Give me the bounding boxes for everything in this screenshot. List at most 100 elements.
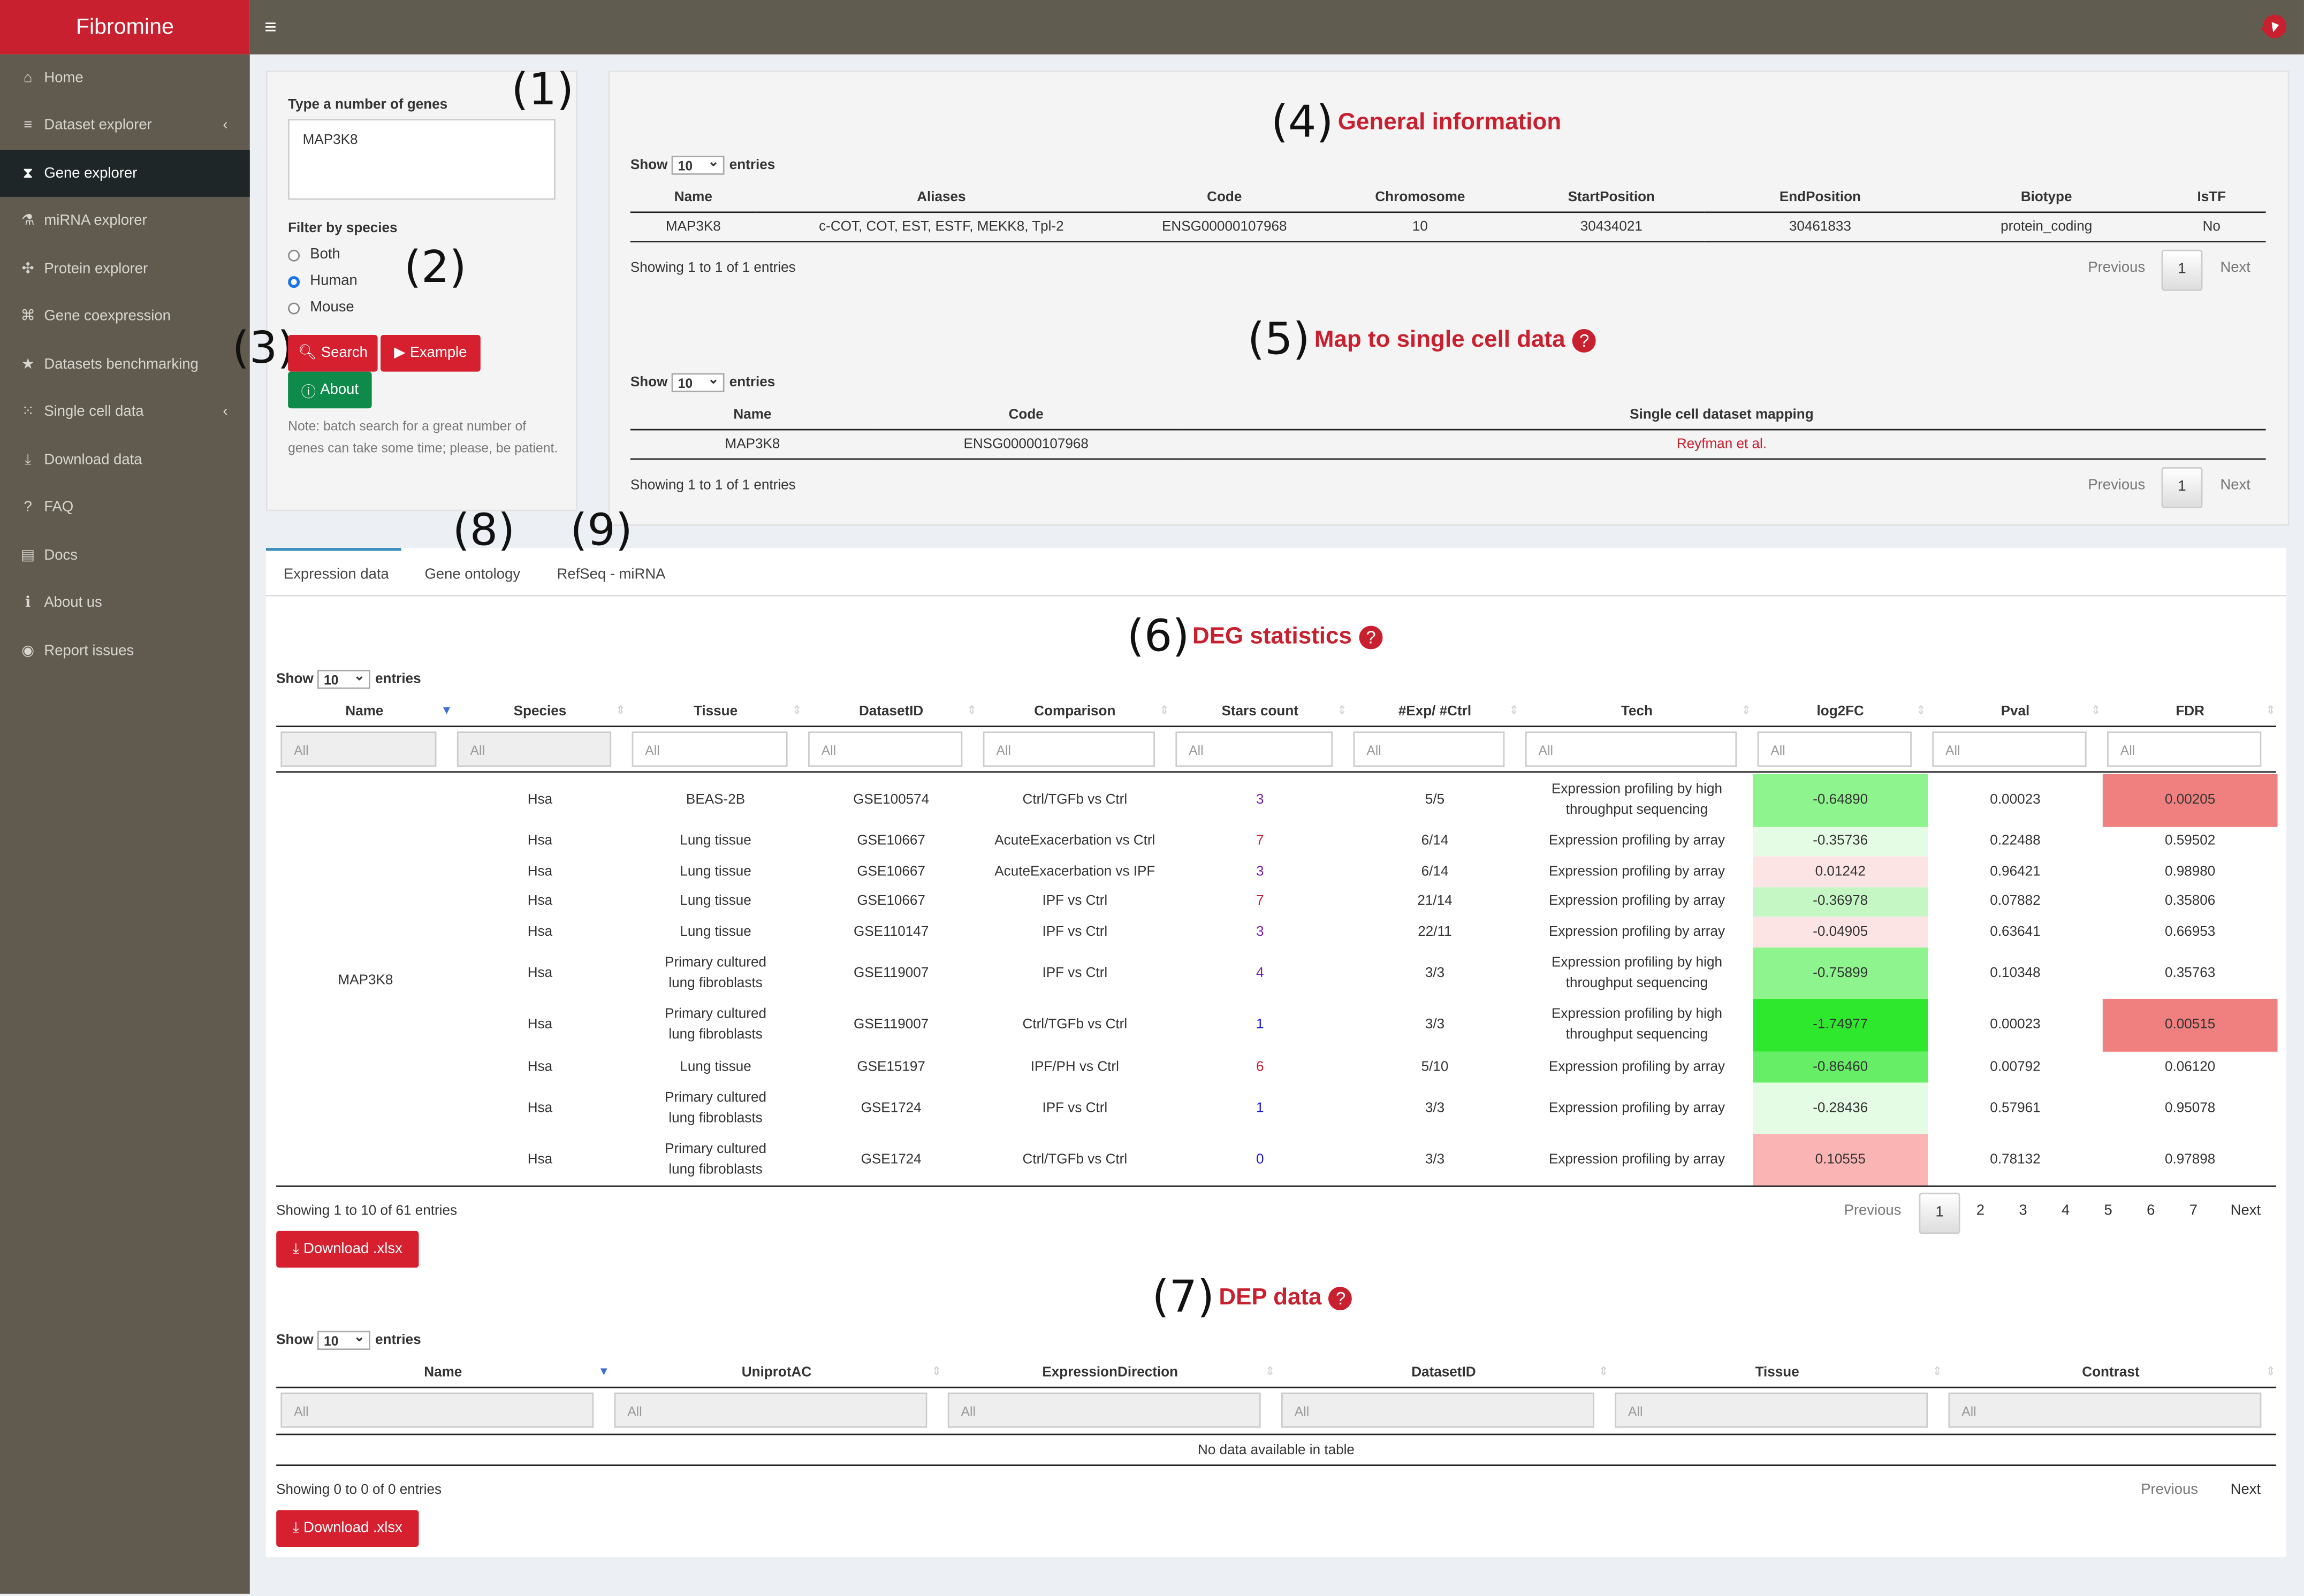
- dep-column-filter[interactable]: All: [614, 1392, 927, 1428]
- dep-length-select[interactable]: 10: [317, 1328, 371, 1350]
- single-cell-help-icon[interactable]: ?: [1572, 328, 1596, 352]
- deg-col-header[interactable]: Comparison: [979, 704, 1172, 720]
- deg-column-filter[interactable]: All: [1175, 731, 1333, 767]
- deg-col-header[interactable]: Name: [276, 704, 452, 720]
- deg-column-filter[interactable]: All: [2107, 731, 2262, 767]
- dep-download-button[interactable]: ⤓ Download .xlsx: [276, 1510, 419, 1547]
- dep-col-header[interactable]: UniprotAC: [610, 1365, 943, 1381]
- app-logo[interactable]: Fibromine: [0, 0, 250, 55]
- deg-help-icon[interactable]: ?: [1359, 625, 1383, 649]
- deg-column-filter[interactable]: All: [1353, 731, 1505, 767]
- sort-icon[interactable]: ⇕: [2266, 1365, 2276, 1378]
- sort-icon[interactable]: ⇕: [1599, 1365, 1608, 1378]
- dep-next-button[interactable]: Next: [2231, 1482, 2261, 1498]
- deg-col-header[interactable]: Species: [453, 704, 628, 720]
- deg-page-button[interactable]: 5: [2104, 1203, 2112, 1219]
- dep-col-header[interactable]: Name: [276, 1365, 610, 1381]
- dep-column-filter[interactable]: All: [1948, 1392, 2262, 1428]
- sidebar-item-10[interactable]: ▤ Docs: [0, 532, 250, 579]
- sort-icon[interactable]: ⇕: [1509, 704, 1519, 717]
- single-cell-col-header[interactable]: Code: [875, 401, 1177, 429]
- sidebar-item-12[interactable]: ◉ Report issues: [0, 627, 250, 674]
- sidebar-item-4[interactable]: ✣ Protein explorer: [0, 245, 250, 292]
- sidebar-item-5[interactable]: ⌘ Gene coexpression: [0, 293, 250, 340]
- about-button[interactable]: ⓘ About: [288, 371, 372, 409]
- deg-col-header[interactable]: Stars count: [1171, 704, 1349, 720]
- sort-icon[interactable]: ▼: [598, 1365, 610, 1378]
- general-col-header[interactable]: IsTF: [2157, 184, 2266, 211]
- dep-col-header[interactable]: DatasetID: [1277, 1365, 1610, 1381]
- general-next-button[interactable]: Next: [2220, 260, 2250, 276]
- deg-col-header[interactable]: #Exp/ #Ctrl: [1349, 704, 1520, 720]
- sidebar-item-3[interactable]: ⚗ miRNA explorer: [0, 197, 250, 245]
- sort-icon[interactable]: ⇕: [2266, 704, 2276, 717]
- general-col-header[interactable]: Biotype: [1935, 184, 2157, 211]
- single-cell-page-1-button[interactable]: 1: [2161, 467, 2203, 508]
- sidebar-item-1[interactable]: ≡ Dataset explorer ‹: [0, 102, 250, 149]
- species-radio-both[interactable]: Both: [288, 247, 340, 263]
- sidebar-item-11[interactable]: ℹ About us: [0, 579, 250, 627]
- deg-column-filter[interactable]: All: [808, 731, 963, 767]
- deg-column-filter[interactable]: All: [1757, 731, 1912, 767]
- deg-column-filter[interactable]: All: [1932, 731, 2087, 767]
- deg-col-header[interactable]: Pval: [1928, 704, 2103, 720]
- dep-column-filter[interactable]: All: [280, 1392, 594, 1428]
- single-cell-length-select[interactable]: 10: [672, 370, 725, 393]
- dep-col-header[interactable]: Contrast: [1944, 1365, 2277, 1381]
- dep-help-icon[interactable]: ?: [1329, 1286, 1353, 1310]
- example-button[interactable]: ▶ Example: [381, 334, 481, 372]
- sort-icon[interactable]: ⇕: [1159, 704, 1169, 717]
- deg-column-filter[interactable]: All: [983, 731, 1155, 767]
- sidebar-item-2[interactable]: ⧗ Gene explorer: [0, 150, 250, 197]
- sort-icon[interactable]: ⇕: [792, 704, 802, 717]
- deg-column-filter[interactable]: All: [632, 731, 788, 767]
- sidebar-item-0[interactable]: ⌂ Home: [0, 55, 250, 102]
- general-length-select[interactable]: 10: [672, 153, 725, 175]
- deg-download-button[interactable]: ⤓ Download .xlsx: [276, 1231, 419, 1268]
- single-cell-next-button[interactable]: Next: [2220, 477, 2250, 493]
- tab-refseq-mirna[interactable]: RefSeq - miRNA: [557, 567, 666, 583]
- sidebar-item-6[interactable]: ★ Datasets benchmarking: [0, 341, 250, 388]
- sort-icon[interactable]: ⇕: [932, 1365, 941, 1378]
- dep-column-filter[interactable]: All: [1281, 1392, 1594, 1428]
- dep-column-filter[interactable]: All: [947, 1392, 1261, 1428]
- sort-icon[interactable]: ⇕: [1916, 704, 1926, 717]
- general-prev-button[interactable]: Previous: [2088, 260, 2145, 276]
- general-page-1-button[interactable]: 1: [2161, 249, 2203, 291]
- deg-page-button[interactable]: 3: [2019, 1203, 2027, 1219]
- menu-toggle-icon[interactable]: ≡: [264, 14, 276, 38]
- deg-prev-button[interactable]: Previous: [1844, 1203, 1902, 1219]
- genes-textarea[interactable]: MAP3K8: [288, 119, 556, 200]
- deg-page-button[interactable]: 1: [1919, 1193, 1960, 1234]
- general-col-header[interactable]: EndPosition: [1705, 184, 1935, 211]
- deg-col-header[interactable]: FDR: [2103, 704, 2278, 720]
- deg-page-button[interactable]: 6: [2147, 1203, 2155, 1219]
- sort-icon[interactable]: ⇕: [1337, 704, 1347, 717]
- sidebar-item-8[interactable]: ⤓ Download data: [0, 436, 250, 483]
- sort-icon[interactable]: ▼: [441, 704, 453, 717]
- tab-gene-ontology[interactable]: Gene ontology: [424, 567, 520, 583]
- deg-page-button[interactable]: 4: [2062, 1203, 2070, 1219]
- deg-column-filter[interactable]: All: [280, 731, 437, 767]
- deg-col-header[interactable]: DatasetID: [804, 704, 979, 720]
- deg-page-button[interactable]: 7: [2189, 1203, 2197, 1219]
- deg-column-filter[interactable]: All: [457, 731, 612, 767]
- dep-prev-button[interactable]: Previous: [2141, 1482, 2198, 1498]
- dep-col-header[interactable]: ExpressionDirection: [944, 1365, 1277, 1381]
- single-cell-col-header[interactable]: Single cell dataset mapping: [1177, 401, 2265, 429]
- deg-column-filter[interactable]: All: [1525, 731, 1737, 767]
- sort-icon[interactable]: ⇕: [967, 704, 977, 717]
- deg-col-header[interactable]: Tissue: [627, 704, 803, 720]
- deg-length-select[interactable]: 10: [317, 667, 371, 689]
- search-button[interactable]: 🔍︎ Search: [288, 334, 378, 372]
- deg-col-header[interactable]: log2FC: [1753, 704, 1928, 720]
- sort-icon[interactable]: ⇕: [615, 704, 625, 717]
- sort-icon[interactable]: ⇕: [1932, 1365, 1942, 1378]
- dep-col-header[interactable]: Tissue: [1610, 1365, 1944, 1381]
- sort-icon[interactable]: ⇕: [1741, 704, 1751, 717]
- single-cell-prev-button[interactable]: Previous: [2088, 477, 2145, 493]
- sort-icon[interactable]: ⇕: [2091, 704, 2101, 717]
- dep-column-filter[interactable]: All: [1615, 1392, 1928, 1428]
- species-radio-human[interactable]: Human: [288, 273, 358, 289]
- general-col-header[interactable]: Name: [630, 184, 756, 211]
